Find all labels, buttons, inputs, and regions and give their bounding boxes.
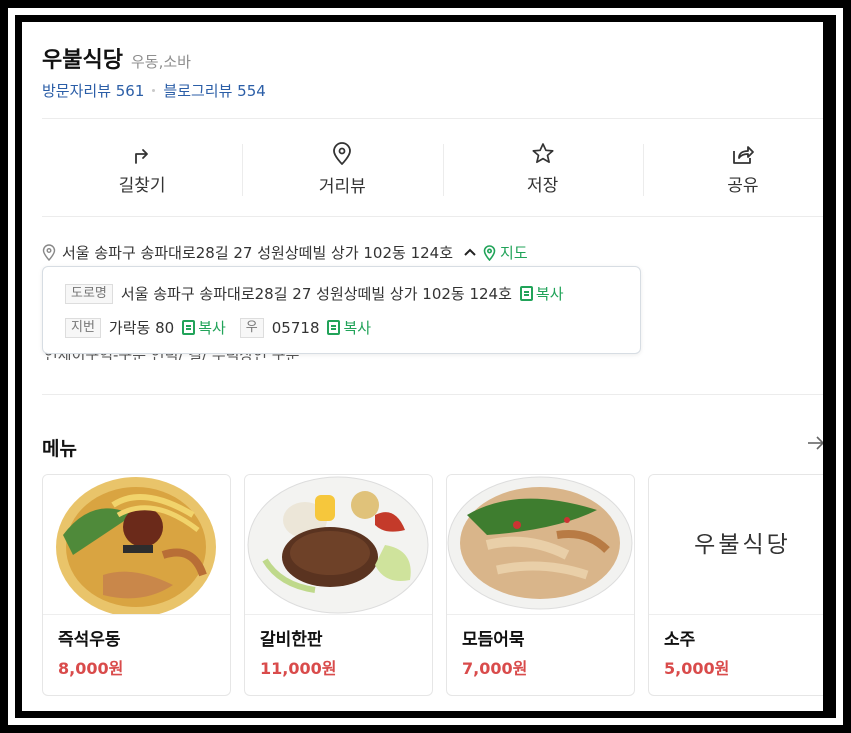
menu-card[interactable]: 즉석우동 8,000원 [42,474,231,696]
menu-card[interactable]: 갈비한판 11,000원 [244,474,433,696]
menu-photo-logo: 우불식당 [649,475,823,615]
visitor-reviews-link[interactable]: 방문자리뷰 561 [42,80,144,101]
directions-icon [135,148,149,164]
menu-card[interactable]: 모듬어묵 7,000원 [446,474,635,696]
arrow-right-icon[interactable] [806,432,823,456]
copy-road-address-button[interactable]: 복사 [519,283,564,304]
share-label: 공유 [727,175,759,196]
blog-reviews-link[interactable]: 블로그리뷰 554 [163,80,265,101]
map-link[interactable]: 지도 [483,242,528,263]
menu-item-name: 소주 [664,630,696,650]
location-pin-icon [333,141,352,165]
directions-label: 길찾기 [118,175,166,196]
restaurant-logo-text: 우불식당 [694,532,791,558]
review-row: 방문자리뷰 561 블로그리뷰 554 [42,80,266,101]
map-label: 지도 [500,244,528,262]
place-detail-panel: 우불식당 우동,소바 방문자리뷰 561 블로그리뷰 554 길찾기 거리뷰 저… [22,22,823,711]
divider [42,118,823,119]
save-label: 저장 [526,176,559,196]
place-category: 우동,소바 [130,53,191,71]
menu-card[interactable]: 우불식당 소주 5,000원 [648,474,823,696]
postal-code-tag: 우 [239,317,264,338]
address-detail-popup: 도로명 서울 송파구 송파대로28길 27 성원상떼빌 상가 102동 124호… [42,266,641,354]
location-pin-icon [483,244,496,261]
road-address-text: 서울 송파구 송파대로28길 27 성원상떼빌 상가 102동 124호 [120,285,512,303]
postal-code-text: 05718 [271,318,320,337]
menu-card-list: 즉석우동 8,000원 갈비한판 11,000원 모듬어묵 7,000원 우불식… [42,474,823,696]
menu-item-price: 7,000원 [462,659,528,678]
divider [42,216,823,217]
menu-section-title: 메뉴 [42,438,77,460]
menu-photo-udon [43,475,230,615]
street-view-label: 거리뷰 [318,176,366,197]
copy-icon [519,286,533,301]
title-row: 우불식당 우동,소바 [42,42,191,74]
action-bar: 길찾기 거리뷰 저장 공유 [42,134,823,204]
menu-item-name: 갈비한판 [260,630,323,650]
menu-item-price: 11,000원 [260,659,337,678]
address-text: 서울 송파구 송파대로28길 27 성원상떼빌 상가 102동 124호 [62,244,454,262]
share-button[interactable]: 공유 [642,134,823,204]
save-button[interactable]: 저장 [442,134,643,204]
separator-dot [152,89,156,92]
menu-item-price: 5,000원 [664,659,730,678]
menu-item-name: 모듬어묵 [462,630,525,650]
copy-lot-address-button[interactable]: 복사 [182,317,226,338]
street-view-button[interactable]: 거리뷰 [242,134,442,204]
copy-icon [327,320,341,335]
copy-postal-code-button[interactable]: 복사 [327,317,371,338]
chevron-up-icon[interactable] [463,245,477,261]
menu-photo-galbi [245,475,432,615]
place-name: 우불식당 [42,48,123,73]
location-pin-icon [42,244,56,261]
road-address-tag: 도로명 [65,283,113,304]
menu-photo-eomuk [447,475,634,615]
copy-icon [182,320,196,335]
star-icon [532,143,554,164]
share-icon [732,145,754,164]
divider [42,394,823,395]
menu-item-name: 즉석우동 [58,630,121,650]
lot-address-tag: 지번 [65,317,101,338]
directions-button[interactable]: 길찾기 [42,134,242,204]
lot-address-text: 가락동 80 [108,319,175,337]
address-row[interactable]: 서울 송파구 송파대로28길 27 성원상떼빌 상가 102동 124호 지도 [42,242,528,263]
road-address-row: 도로명 서울 송파구 송파대로28길 27 성원상떼빌 상가 102동 124호… [65,283,564,304]
menu-item-price: 8,000원 [58,659,124,678]
lot-address-row: 지번 가락동 80 복사 우 05718 복사 [65,317,371,338]
